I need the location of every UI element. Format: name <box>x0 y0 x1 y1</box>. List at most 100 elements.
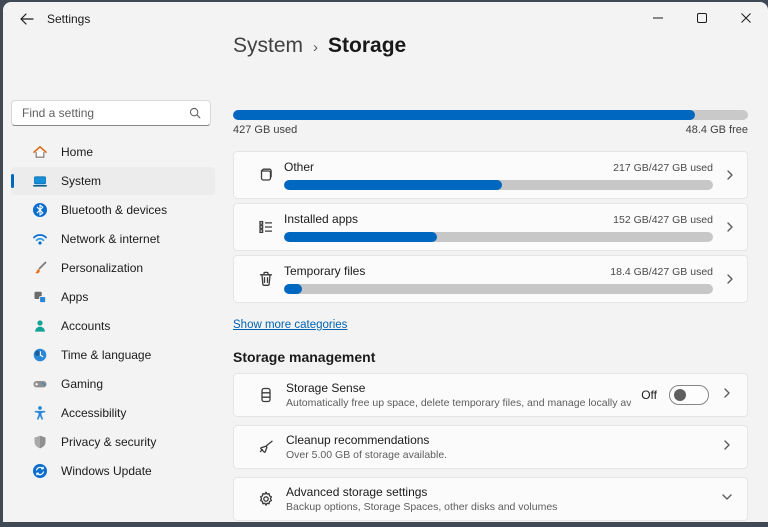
category-progress-track <box>284 180 713 190</box>
sidebar-item-personalization[interactable]: Personalization <box>11 254 215 282</box>
titlebar: Settings <box>3 2 768 36</box>
search-icon <box>188 106 202 125</box>
sidebar-item-gaming[interactable]: Gaming <box>11 370 215 398</box>
sidebar-item-bluetooth-devices[interactable]: Bluetooth & devices <box>11 196 215 224</box>
category-progress-track <box>284 232 713 242</box>
sidebar-item-time-language[interactable]: Time & language <box>11 341 215 369</box>
used-space-label: 427 GB used <box>233 124 297 136</box>
toggle-knob <box>674 389 686 401</box>
category-title: Installed apps <box>284 212 358 226</box>
show-more-categories-link[interactable]: Show more categories <box>233 319 347 331</box>
free-space-label: 48.4 GB free <box>686 124 748 136</box>
back-arrow-icon <box>20 13 34 25</box>
sidebar-item-label: Home <box>61 145 93 159</box>
cleanup-title: Cleanup recommendations <box>286 433 711 447</box>
minimize-button[interactable] <box>636 2 680 34</box>
category-usage: 152 GB/427 GB used <box>613 214 713 226</box>
sidebar-item-label: Personalization <box>61 261 143 275</box>
category-usage: 18.4 GB/427 GB used <box>610 266 713 278</box>
category-list: Other 217 GB/427 GB used <box>233 151 748 303</box>
disk-usage-labels: 427 GB used 48.4 GB free <box>233 124 748 136</box>
chevron-right-icon <box>721 438 733 456</box>
person-icon <box>32 318 48 334</box>
breadcrumb-system[interactable]: System <box>233 34 303 58</box>
close-icon <box>741 13 751 23</box>
sidebar-nav: Home System Bluetooth & devices Network … <box>11 138 215 485</box>
breadcrumb: System › Storage <box>233 34 406 58</box>
bluetooth-icon <box>32 202 48 218</box>
category-title: Other <box>284 160 314 174</box>
back-button[interactable] <box>9 5 45 33</box>
search-box[interactable] <box>11 100 211 126</box>
app-title: Settings <box>47 12 90 26</box>
chevron-right-icon <box>713 204 747 250</box>
maximize-icon <box>697 13 707 23</box>
storage-page-content: 427 GB used 48.4 GB free Other 217 GB/42… <box>233 110 748 522</box>
sidebar-item-label: Accessibility <box>61 406 126 420</box>
chevron-down-icon <box>721 490 733 508</box>
storage-sense-state-label: Off <box>641 388 657 402</box>
storage-sense-toggle[interactable] <box>669 385 709 405</box>
sidebar-item-system[interactable]: System <box>11 167 215 195</box>
breadcrumb-separator-icon: › <box>313 37 318 56</box>
sidebar-item-label: Accounts <box>61 319 110 333</box>
storage-sense-subtitle: Automatically free up space, delete temp… <box>286 397 631 409</box>
storage-sense-title: Storage Sense <box>286 381 631 395</box>
update-icon <box>32 463 48 479</box>
system-icon <box>32 173 48 189</box>
close-button[interactable] <box>724 2 768 34</box>
storage-management-list: Storage Sense Automatically free up spac… <box>233 373 748 521</box>
gamepad-icon <box>32 376 48 392</box>
category-progress-track <box>284 284 713 294</box>
category-usage: 217 GB/427 GB used <box>613 162 713 174</box>
category-row-other[interactable]: Other 217 GB/427 GB used <box>233 151 748 199</box>
settings-window: Settings System › Storage <box>3 2 768 522</box>
sidebar-item-label: Privacy & security <box>61 435 156 449</box>
sidebar-item-label: Bluetooth & devices <box>61 203 167 217</box>
sidebar-item-label: Windows Update <box>61 464 152 478</box>
cleanup-recommendations-row[interactable]: Cleanup recommendations Over 5.00 GB of … <box>233 425 748 469</box>
category-progress-fill <box>284 180 502 190</box>
category-progress-fill <box>284 284 302 294</box>
category-row-temporary-files[interactable]: Temporary files 18.4 GB/427 GB used <box>233 255 748 303</box>
wifi-icon <box>32 231 48 247</box>
sidebar-item-accessibility[interactable]: Accessibility <box>11 399 215 427</box>
apps-icon <box>32 289 48 305</box>
search-input[interactable] <box>22 101 182 125</box>
advanced-storage-subtitle: Backup options, Storage Spaces, other di… <box>286 501 711 513</box>
storage-management-heading: Storage management <box>233 349 748 365</box>
storage-sense-icon <box>256 385 276 405</box>
sidebar-item-privacy-security[interactable]: Privacy & security <box>11 428 215 456</box>
sidebar-item-home[interactable]: Home <box>11 138 215 166</box>
category-row-installed-apps[interactable]: Installed apps 152 GB/427 GB used <box>233 203 748 251</box>
cleanup-subtitle: Over 5.00 GB of storage available. <box>286 449 711 461</box>
storage-sense-row[interactable]: Storage Sense Automatically free up spac… <box>233 373 748 417</box>
broom-icon <box>256 437 276 457</box>
sidebar-item-label: Apps <box>61 290 88 304</box>
advanced-storage-settings-row[interactable]: Advanced storage settings Backup options… <box>233 477 748 521</box>
sidebar-item-accounts[interactable]: Accounts <box>11 312 215 340</box>
sidebar-item-windows-update[interactable]: Windows Update <box>11 457 215 485</box>
page-title: Storage <box>328 34 406 58</box>
sidebar-item-apps[interactable]: Apps <box>11 283 215 311</box>
category-progress-fill <box>284 232 437 242</box>
sidebar-item-label: Time & language <box>61 348 151 362</box>
clock-globe-icon <box>32 347 48 363</box>
chevron-right-icon <box>713 152 747 198</box>
gear-icon <box>256 489 276 509</box>
shield-icon <box>32 434 48 450</box>
category-title: Temporary files <box>284 264 365 278</box>
chevron-right-icon <box>713 256 747 302</box>
brush-icon <box>32 260 48 276</box>
trash-icon <box>256 269 276 302</box>
sidebar-item-label: Network & internet <box>61 232 160 246</box>
sidebar-item-network-internet[interactable]: Network & internet <box>11 225 215 253</box>
installed-apps-icon <box>256 217 276 250</box>
disk-usage-bar <box>233 110 748 120</box>
disk-usage-fill <box>233 110 695 120</box>
home-icon <box>32 144 48 160</box>
sidebar-item-label: Gaming <box>61 377 103 391</box>
accessibility-icon <box>32 405 48 421</box>
maximize-button[interactable] <box>680 2 724 34</box>
advanced-storage-title: Advanced storage settings <box>286 485 711 499</box>
